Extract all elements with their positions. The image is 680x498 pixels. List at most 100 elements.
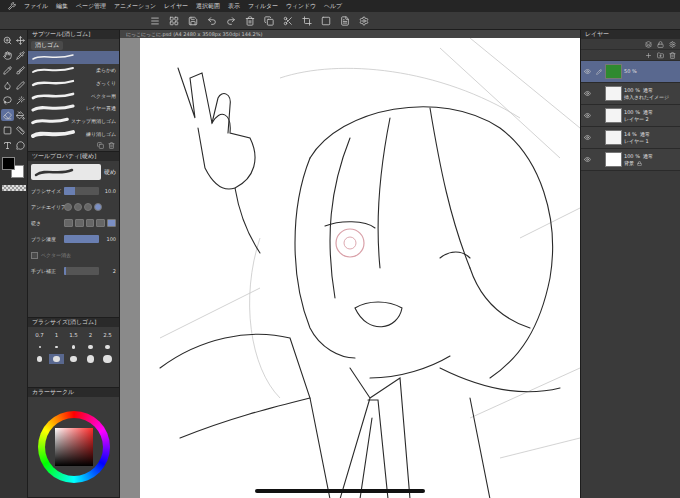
property-option[interactable] [64,203,72,211]
tool-button[interactable] [14,49,27,61]
brush-size-preset[interactable] [32,342,47,352]
trash-icon[interactable] [669,52,676,59]
tool-button[interactable] [1,49,14,61]
brush-size-preset[interactable] [83,354,98,364]
sub-tool-item[interactable] [28,51,119,64]
sub-tool-item[interactable]: 練り消しゴム [28,127,119,140]
tool-button[interactable] [14,109,27,121]
menu-item[interactable]: ページ管理 [76,0,106,12]
property-option[interactable] [64,219,73,227]
property-option[interactable] [84,203,92,211]
layer-row[interactable]: 100 %通常挿入されたイメージ [581,83,680,105]
layer-row[interactable]: 100 %通常背景 [581,149,680,171]
brush-size-option[interactable]: 2 [83,330,98,340]
tool-button[interactable] [14,94,27,106]
brush-size-preset[interactable] [66,342,81,352]
eye-icon[interactable] [584,156,591,163]
command-icon[interactable] [226,16,236,26]
property-option[interactable] [107,219,116,227]
command-icon[interactable] [283,16,293,26]
brush-size-option[interactable]: 2.5 [100,330,115,340]
brush-size-preset[interactable] [66,354,81,364]
transparent-color-swatch[interactable] [2,185,26,191]
brush-size-preset[interactable] [100,354,115,364]
hue-ring[interactable] [38,411,110,483]
menu-item[interactable]: レイヤー [164,0,188,12]
brush-size-preset[interactable] [83,342,98,352]
line-art-drawing[interactable] [140,38,580,498]
property-checkbox[interactable] [31,252,38,259]
tool-button[interactable] [14,64,27,76]
eye-icon[interactable] [584,90,591,97]
layer-row[interactable]: 50 % [581,61,680,83]
brush-size-option[interactable]: 1 [49,330,64,340]
duplicate-icon[interactable] [97,142,104,149]
command-icon[interactable] [150,16,160,26]
eye-icon[interactable] [584,134,591,141]
layers-icon[interactable] [645,41,652,48]
main-color-swatch[interactable] [2,157,15,170]
document-tab[interactable]: にっこにっこに.psd (A4 2480 x 3508px 350dpi 144… [120,30,580,38]
command-icon[interactable] [264,16,274,26]
menu-item[interactable]: 編集 [56,0,68,12]
sub-tool-item[interactable]: ベクター用 [28,89,119,102]
brush-size-option[interactable]: 1.5 [66,330,81,340]
tool-button[interactable] [1,94,14,106]
property-slider[interactable] [64,187,99,195]
tool-button[interactable] [1,124,14,136]
lock-icon[interactable] [657,41,664,48]
menu-item[interactable]: フィルター [248,0,278,12]
property-option[interactable] [75,219,84,227]
property-option[interactable] [96,219,105,227]
tool-button[interactable] [1,139,14,151]
brush-size-preset[interactable] [49,342,64,352]
eye-icon[interactable] [584,112,591,119]
property-option[interactable] [86,219,95,227]
tool-button[interactable] [14,139,27,151]
menu-item[interactable]: ウィンドウ [286,0,316,12]
home-indicator[interactable] [255,489,425,493]
menu-item[interactable]: 選択範囲 [196,0,220,12]
command-icon[interactable] [169,16,179,26]
property-slider[interactable] [64,267,99,275]
layer-row[interactable]: 14 %通常レイヤー 1 [581,127,680,149]
sub-tool-item[interactable]: ざっくり [28,76,119,89]
brush-size-preset[interactable] [49,354,64,364]
tool-button[interactable] [14,124,27,136]
sub-tool-group-tab[interactable]: 消しゴム [31,41,63,50]
new-layer-icon[interactable] [645,52,652,59]
new-folder-icon[interactable] [657,52,664,59]
tool-button[interactable] [14,79,27,91]
command-icon[interactable] [302,16,312,26]
layer-row[interactable]: 100 %通常レイヤー 2 [581,105,680,127]
command-icon[interactable] [340,16,350,26]
menu-item[interactable]: ファイル [24,0,48,12]
command-icon[interactable] [245,16,255,26]
sub-tool-item[interactable]: 柔らかめ [28,64,119,77]
brush-size-preset[interactable] [32,354,47,364]
menu-item[interactable]: 表示 [228,0,240,12]
tool-button[interactable] [1,79,14,91]
property-option[interactable] [94,203,102,211]
saturation-square[interactable] [55,428,93,466]
app-logo-icon[interactable] [8,2,16,10]
menu-item[interactable]: ヘルプ [324,0,342,12]
property-slider[interactable] [64,235,99,243]
command-icon[interactable] [207,16,217,26]
command-icon[interactable] [321,16,331,26]
sub-tool-item[interactable]: スナップ用消しゴム [28,115,119,128]
menu-item[interactable]: アニメーション [114,0,156,12]
property-option[interactable] [74,203,82,211]
brush-size-preset[interactable] [100,342,115,352]
sub-tool-item[interactable]: レイヤー貫通 [28,102,119,115]
tool-button[interactable] [14,34,27,46]
tool-button[interactable] [1,34,14,46]
settings-icon[interactable] [669,41,676,48]
tool-button[interactable] [1,109,14,121]
tool-button[interactable] [1,64,14,76]
command-icon[interactable] [359,16,369,26]
canvas[interactable] [140,38,580,498]
command-icon[interactable] [188,16,198,26]
trash-icon[interactable] [108,142,115,149]
brush-size-option[interactable]: 0.7 [32,330,47,340]
